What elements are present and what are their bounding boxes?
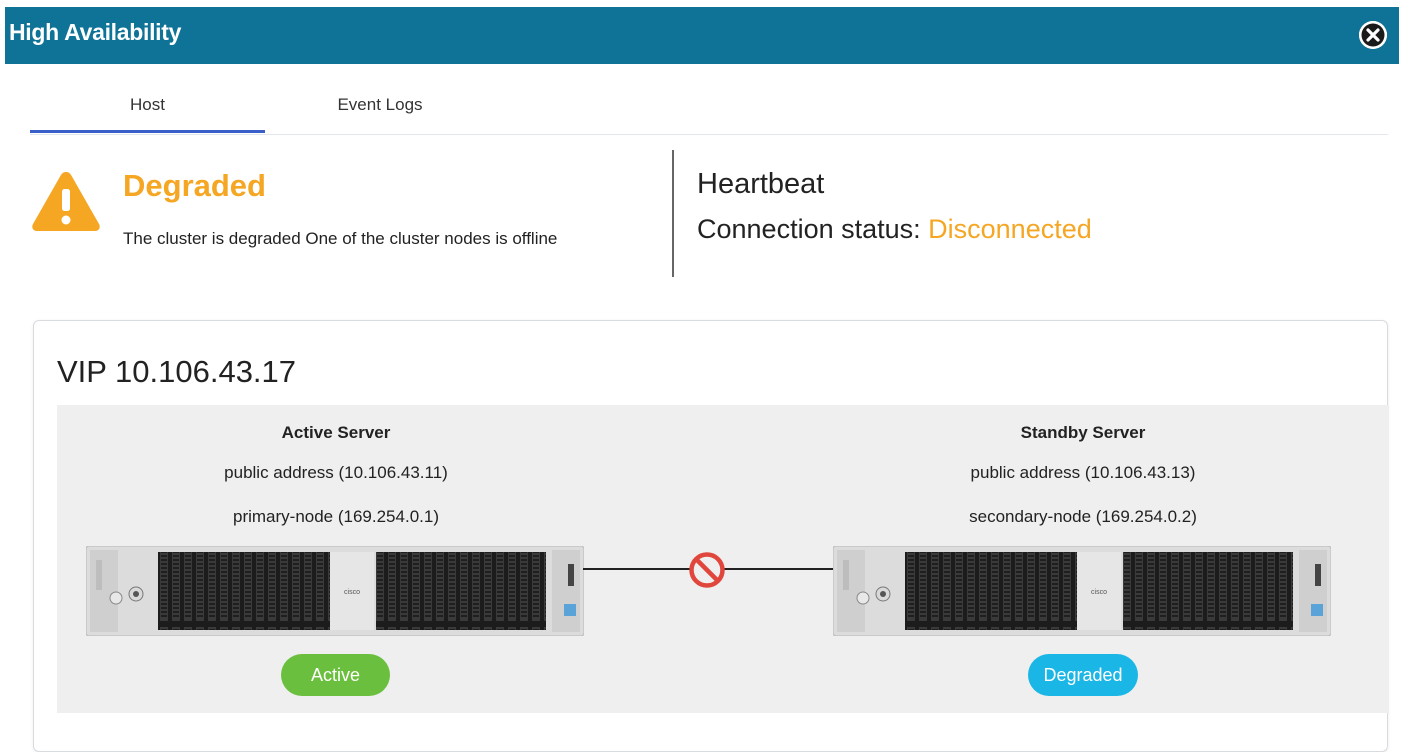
connection-status-label: Connection status: bbox=[697, 214, 921, 244]
standby-server-node: secondary-node (169.254.0.2) bbox=[969, 507, 1197, 526]
standby-server-title: Standby Server bbox=[1020, 423, 1146, 442]
close-button[interactable] bbox=[1359, 21, 1387, 49]
svg-text:cisco: cisco bbox=[1091, 589, 1107, 596]
active-server-image: cisco bbox=[86, 546, 584, 636]
active-server-node: primary-node (169.254.0.1) bbox=[232, 507, 439, 526]
cluster-status-title: Degraded bbox=[123, 168, 266, 203]
connection-status-value: Disconnected bbox=[928, 214, 1092, 244]
warning-icon bbox=[32, 172, 100, 231]
section-divider bbox=[672, 150, 674, 277]
connection-status: Connection status: Disconnected bbox=[697, 214, 1092, 245]
title-bar: High Availability bbox=[0, 0, 1404, 68]
active-status-badge: Active bbox=[281, 654, 390, 696]
window-title: High Availability bbox=[9, 19, 182, 45]
standby-server-image: cisco bbox=[833, 546, 1331, 636]
tab-host[interactable]: Host bbox=[30, 78, 265, 132]
standby-server-public-address: public address (10.106.43.13) bbox=[970, 463, 1196, 482]
tab-bar: Host Event Logs bbox=[30, 78, 1388, 135]
vip-title: VIP 10.106.43.17 bbox=[57, 354, 297, 389]
cluster-status-description: The cluster is degraded One of the clust… bbox=[123, 229, 558, 248]
tab-event-logs[interactable]: Event Logs bbox=[265, 78, 495, 132]
title-bar-background bbox=[5, 7, 1399, 64]
active-server-title: Active Server bbox=[281, 423, 391, 442]
heartbeat-title: Heartbeat bbox=[697, 168, 825, 200]
no-connection-icon bbox=[689, 552, 725, 588]
svg-text:cisco: cisco bbox=[344, 589, 360, 596]
close-icon bbox=[1359, 21, 1387, 49]
standby-status-badge: Degraded bbox=[1028, 654, 1138, 696]
active-server-public-address: public address (10.106.43.11) bbox=[224, 463, 448, 482]
tab-selected-indicator bbox=[30, 130, 265, 133]
